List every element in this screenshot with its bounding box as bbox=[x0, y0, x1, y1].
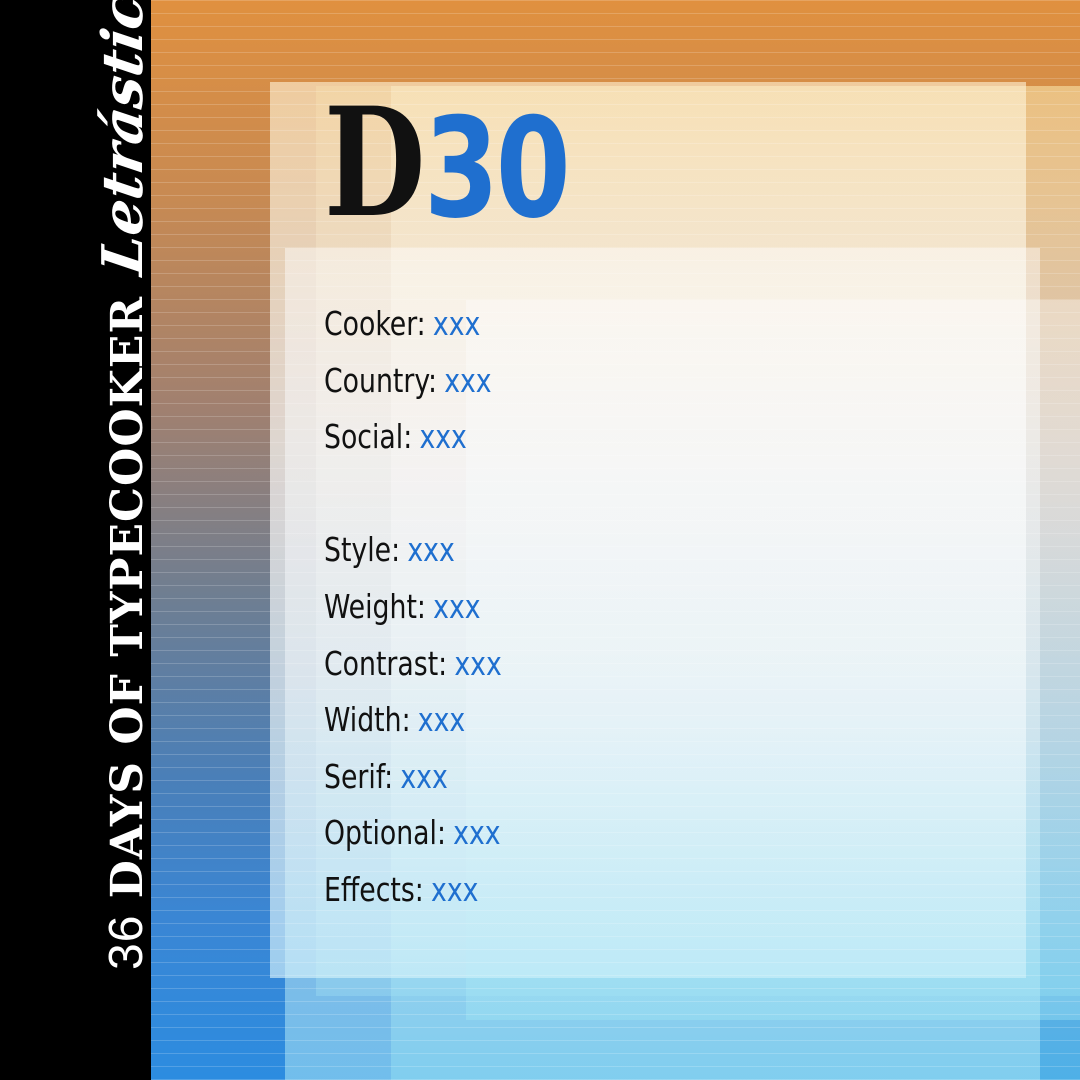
field-optional: Optional: xxx bbox=[324, 805, 954, 862]
field-cooker: Cooker: xxx bbox=[324, 296, 954, 353]
field-label: Effects: bbox=[324, 869, 424, 909]
field-value: xxx bbox=[400, 756, 448, 796]
field-style: Style: xxx bbox=[324, 522, 954, 579]
list-spacer bbox=[324, 466, 1024, 523]
field-weight: Weight: xxx bbox=[324, 579, 954, 636]
day-title: D 30 bbox=[324, 88, 1024, 238]
info-card: D 30 Cooker: xxx Country: xxx Social: xxx S… bbox=[324, 88, 1024, 919]
field-label: Style: bbox=[324, 530, 401, 570]
field-label: Serif: bbox=[324, 756, 394, 796]
sidebar-vertical-text: 36 DAYS OF TYPECOOKER Letrástica bbox=[90, 0, 156, 970]
field-label: Social: bbox=[324, 417, 413, 457]
field-value: xxx bbox=[432, 304, 481, 343]
field-width: Width: xxx bbox=[324, 692, 954, 749]
field-value: xxx bbox=[433, 586, 481, 626]
sidebar-number: 36 bbox=[100, 914, 153, 970]
field-country: Country: xxx bbox=[324, 353, 954, 410]
sidebar-title: 36 DAYS OF TYPECOOKER bbox=[99, 296, 154, 970]
letrastica-logo: Letrástica bbox=[90, 0, 156, 279]
field-label: Weight: bbox=[324, 586, 426, 626]
field-effects: Effects: xxx bbox=[324, 862, 954, 919]
field-label: Cooker: bbox=[324, 304, 426, 343]
day-letter: D bbox=[324, 75, 425, 251]
sidebar-title-text: DAYS OF TYPECOOKER bbox=[102, 295, 153, 899]
field-label: Optional: bbox=[324, 813, 446, 853]
sidebar: 36 DAYS OF TYPECOOKER Letrástica bbox=[0, 0, 156, 1080]
field-value: xxx bbox=[431, 869, 479, 909]
field-serif: Serif: xxx bbox=[324, 749, 954, 806]
field-label: Country: bbox=[324, 360, 437, 400]
field-contrast: Contrast: xxx bbox=[324, 636, 954, 693]
field-value: xxx bbox=[453, 813, 501, 853]
info-fields-list: Cooker: xxx Country: xxx Social: xxx Style:… bbox=[324, 296, 1024, 919]
field-value: xxx bbox=[444, 360, 492, 400]
field-label: Contrast: bbox=[324, 643, 448, 683]
field-label: Width: bbox=[324, 700, 411, 740]
field-social: Social: xxx bbox=[324, 409, 954, 466]
day-number: 30 bbox=[424, 88, 571, 249]
field-value: xxx bbox=[419, 417, 467, 457]
field-value: xxx bbox=[407, 530, 455, 570]
field-value: xxx bbox=[417, 700, 466, 740]
field-value: xxx bbox=[454, 643, 502, 683]
